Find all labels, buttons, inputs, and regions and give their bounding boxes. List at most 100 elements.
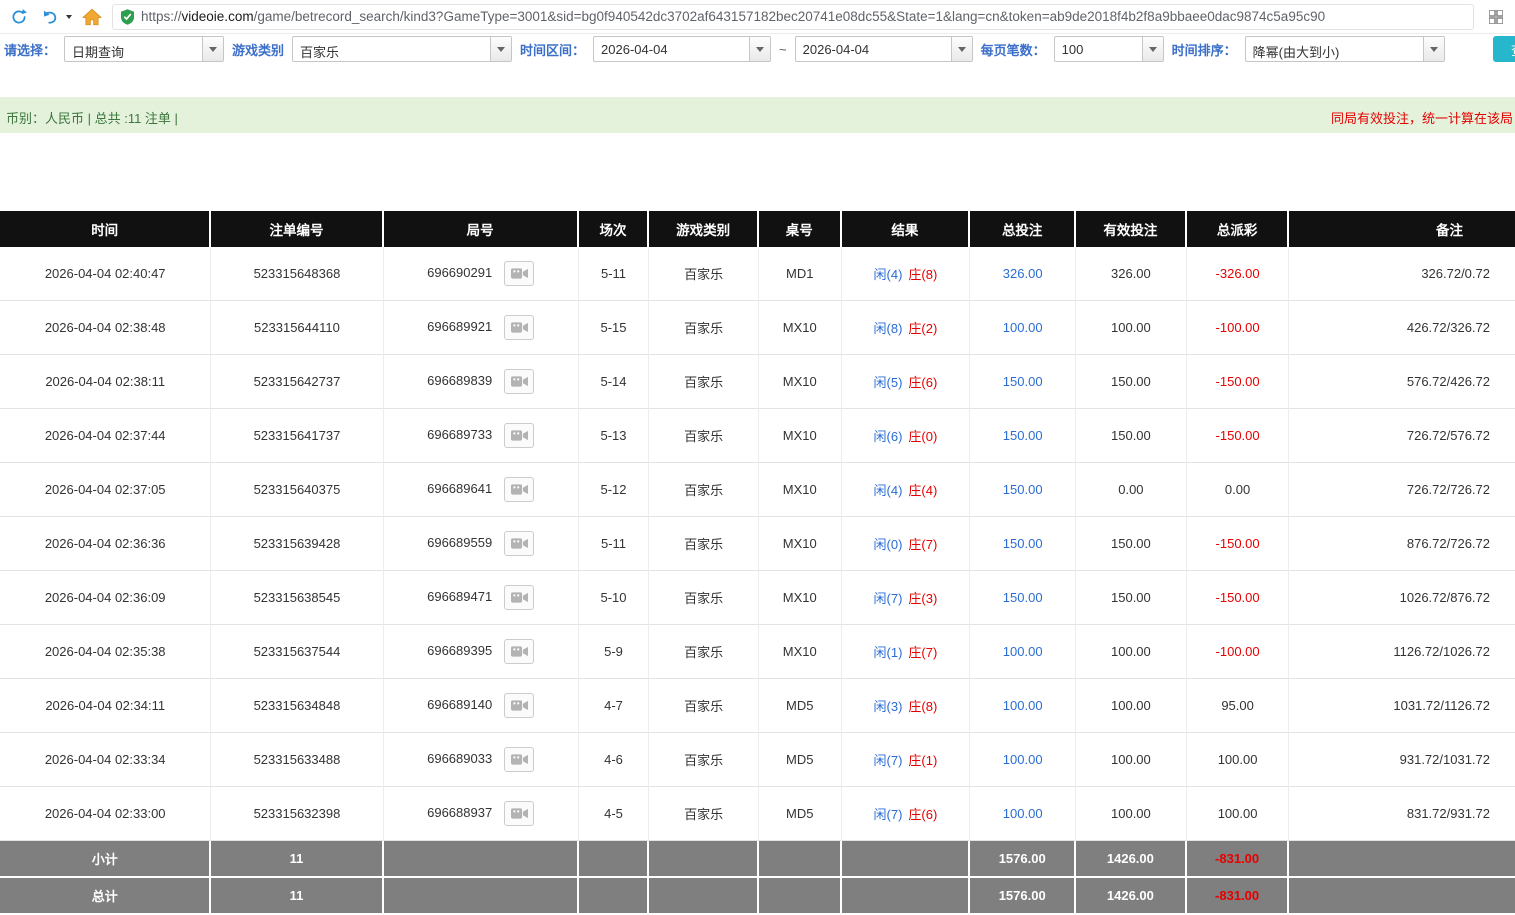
col-game-type: 游戏类别	[649, 211, 759, 247]
chevron-down-icon[interactable]	[1422, 37, 1444, 61]
cell-time: 2026-04-04 02:40:47	[0, 247, 212, 301]
video-replay-icon[interactable]	[504, 315, 535, 340]
date-to-select[interactable]: 2026-04-04	[794, 36, 973, 62]
bet-record-table: 时间 注单编号 局号 场次 游戏类别 桌号 结果 总投注 有效投注 总派彩 备注…	[0, 211, 1515, 915]
video-replay-icon[interactable]	[504, 423, 535, 448]
table-header: 时间 注单编号 局号 场次 游戏类别 桌号 结果 总投注 有效投注 总派彩 备注	[0, 211, 1515, 247]
cell-total-bet[interactable]: 150.00	[970, 409, 1077, 463]
url-text: https://videoie.com/game/betrecord_searc…	[141, 9, 1326, 24]
cell-game-type: 百家乐	[649, 409, 759, 463]
result-player: 闲(7)	[873, 807, 903, 822]
result-banker: 庄(0)	[908, 429, 938, 444]
col-payout: 总派彩	[1186, 211, 1290, 247]
cell-time: 2026-04-04 02:38:11	[0, 355, 212, 409]
chevron-down-icon[interactable]	[202, 37, 224, 61]
video-replay-icon[interactable]	[504, 801, 535, 826]
back-undo-icon[interactable]	[39, 6, 61, 28]
cell-total-bet[interactable]: 100.00	[970, 625, 1077, 679]
cell-time: 2026-04-04 02:37:05	[0, 463, 212, 517]
cell-payout: 95.00	[1186, 679, 1290, 733]
video-replay-icon[interactable]	[504, 585, 535, 610]
cell-time: 2026-04-04 02:36:36	[0, 517, 212, 571]
page-size-select[interactable]: 100	[1053, 36, 1164, 62]
video-replay-icon[interactable]	[504, 477, 535, 502]
video-replay-icon[interactable]	[504, 261, 535, 286]
cell-result: 闲(5) 庄(6)	[841, 355, 971, 409]
cell-valid-bet: 100.00	[1076, 787, 1187, 841]
cell-result: 闲(6) 庄(0)	[841, 409, 971, 463]
cell-total-bet[interactable]: 100.00	[970, 301, 1077, 355]
cell-remark: 726.72/576.72	[1289, 409, 1515, 463]
cell-total-bet[interactable]: 150.00	[970, 355, 1077, 409]
cell-session: 4-7	[578, 679, 650, 733]
video-replay-icon[interactable]	[504, 369, 535, 394]
col-session: 场次	[578, 211, 650, 247]
result-banker: 庄(6)	[908, 375, 938, 390]
address-bar[interactable]: https://videoie.com/game/betrecord_searc…	[112, 3, 1474, 30]
cell-result: 闲(8) 庄(2)	[841, 301, 971, 355]
table-row: 2026-04-04 02:35:38 523315637544 6966893…	[0, 625, 1515, 679]
cell-total-bet[interactable]: 150.00	[970, 463, 1077, 517]
round-number: 696689839	[427, 372, 493, 388]
date-from-select[interactable]: 2026-04-04	[593, 36, 772, 62]
cell-valid-bet: 326.00	[1076, 247, 1187, 301]
total-total-bet: 1576.00	[970, 878, 1077, 915]
cell-round: 696689471	[383, 571, 579, 625]
page-size-label: 每页笔数：	[980, 42, 1046, 58]
cell-bet-id: 523315633488	[211, 733, 384, 787]
cell-valid-bet: 100.00	[1076, 679, 1187, 733]
apps-grid-icon[interactable]	[1485, 6, 1507, 28]
table-row: 2026-04-04 02:37:44 523315641737 6966897…	[0, 409, 1515, 463]
cell-valid-bet: 150.00	[1076, 355, 1187, 409]
video-replay-icon[interactable]	[504, 531, 535, 556]
game-type-label: 游戏类别	[232, 42, 285, 58]
video-replay-icon[interactable]	[504, 693, 535, 718]
col-bet-id: 注单编号	[211, 211, 384, 247]
cell-remark: 726.72/726.72	[1289, 463, 1515, 517]
time-range-label: 时间区间：	[520, 42, 586, 58]
cell-game-type: 百家乐	[649, 625, 759, 679]
cell-total-bet[interactable]: 150.00	[970, 571, 1077, 625]
history-dropdown-caret[interactable]	[66, 14, 72, 19]
game-type-select[interactable]: 百家乐	[292, 36, 513, 62]
cell-bet-id: 523315641737	[211, 409, 384, 463]
search-button[interactable]: 查询	[1493, 36, 1515, 62]
cell-bet-id: 523315648368	[211, 247, 384, 301]
chevron-down-icon[interactable]	[1141, 37, 1163, 61]
cell-round: 696689921	[383, 301, 579, 355]
round-number: 696689559	[427, 534, 493, 550]
cell-valid-bet: 150.00	[1076, 517, 1187, 571]
chevron-down-icon[interactable]	[950, 37, 972, 61]
cell-game-type: 百家乐	[649, 355, 759, 409]
subtotal-row: 小计 11 1576.00 1426.00 -831.00	[0, 841, 1515, 878]
table-row: 2026-04-04 02:36:36 523315639428 6966895…	[0, 517, 1515, 571]
chevron-down-icon[interactable]	[749, 37, 771, 61]
query-type-select[interactable]: 日期查询	[64, 36, 225, 62]
browser-toolbar: https://videoie.com/game/betrecord_searc…	[0, 0, 1515, 34]
cell-total-bet[interactable]: 326.00	[970, 247, 1077, 301]
cell-remark: 326.72/0.72	[1289, 247, 1515, 301]
video-replay-icon[interactable]	[504, 639, 535, 664]
cell-time: 2026-04-04 02:35:38	[0, 625, 212, 679]
chevron-down-icon[interactable]	[490, 37, 512, 61]
filter-bar: 请选择： 日期查询 游戏类别 百家乐 时间区间： 2026-04-04 ~ 20…	[0, 34, 1515, 64]
col-result: 结果	[841, 211, 971, 247]
cell-table-no: MX10	[758, 625, 842, 679]
refresh-icon[interactable]	[8, 6, 30, 28]
col-valid-bet: 有效投注	[1076, 211, 1187, 247]
subtotal-count: 11	[211, 841, 384, 878]
cell-total-bet[interactable]: 150.00	[970, 517, 1077, 571]
table-footer: 小计 11 1576.00 1426.00 -831.00 总计 11 1576…	[0, 841, 1515, 915]
cell-total-bet[interactable]: 100.00	[970, 679, 1077, 733]
cell-total-bet[interactable]: 100.00	[970, 787, 1077, 841]
cell-game-type: 百家乐	[649, 301, 759, 355]
cell-result: 闲(7) 庄(6)	[841, 787, 971, 841]
cell-table-no: MX10	[758, 409, 842, 463]
table-row: 2026-04-04 02:34:11 523315634848 6966891…	[0, 679, 1515, 733]
video-replay-icon[interactable]	[504, 747, 535, 772]
time-sort-select[interactable]: 降幂(由大到小)	[1244, 36, 1445, 62]
cell-remark: 876.72/726.72	[1289, 517, 1515, 571]
home-icon[interactable]	[81, 6, 103, 28]
cell-total-bet[interactable]: 100.00	[970, 733, 1077, 787]
cell-round: 696690291	[383, 247, 579, 301]
